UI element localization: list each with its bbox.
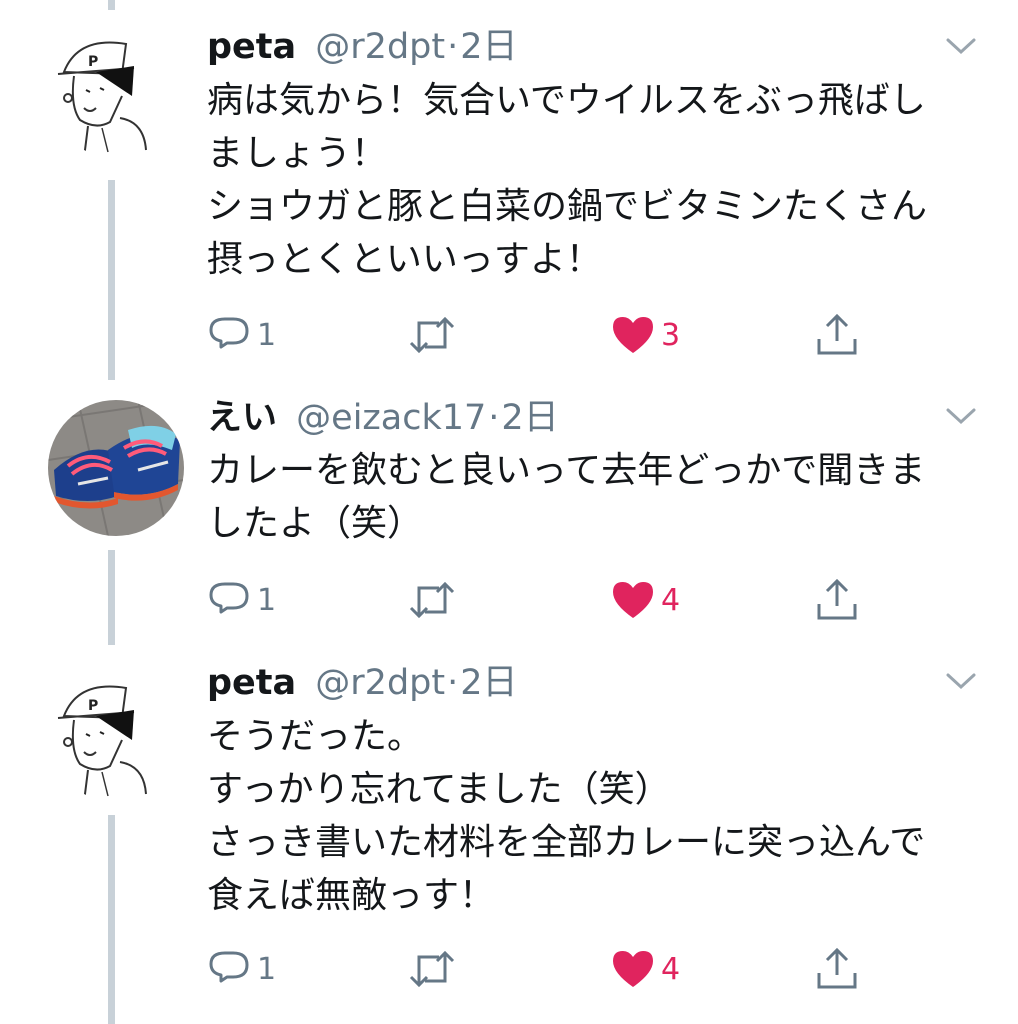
- reply-count: 1: [257, 951, 277, 987]
- reply-count: 1: [257, 317, 277, 353]
- tweet[interactable]: P peta @r2dpt·2日 病は気から！気合いでウイルスをぶっ飛ばし まし…: [0, 0, 1018, 380]
- share-icon: [817, 947, 857, 989]
- like-button[interactable]: 4: [611, 575, 680, 625]
- tweet-text: そうだった。 すっかり忘れてました（笑） さっき書いた材料を全部カレーに突っ込ん…: [207, 710, 925, 922]
- more-options-button[interactable]: [944, 671, 978, 691]
- retweet-icon: [409, 316, 455, 354]
- separator: ·: [447, 27, 459, 67]
- heart-icon: [613, 582, 653, 618]
- reply-button[interactable]: 1: [207, 575, 276, 625]
- tweet-header: peta @r2dpt·2日: [207, 26, 518, 68]
- display-name[interactable]: peta: [207, 663, 296, 703]
- tweet-text: カレーを飲むと良いって去年どっかで聞きま したよ（笑）: [207, 444, 925, 550]
- tweet-text-line: ましょう！: [207, 133, 388, 174]
- reply-icon: [209, 582, 249, 614]
- more-options-button[interactable]: [944, 406, 978, 426]
- share-button[interactable]: [815, 310, 859, 360]
- like-count: 4: [661, 951, 681, 987]
- avatar[interactable]: P: [48, 22, 184, 158]
- tweet-text-line: そうだった。: [207, 716, 424, 757]
- retweet-button[interactable]: [407, 575, 457, 625]
- tweet[interactable]: P peta @r2dpt·2日 そうだった。 すっかり忘れてました（笑） さっ…: [0, 646, 1018, 1024]
- share-button[interactable]: [815, 575, 859, 625]
- cartoon-boy-avatar-icon: P: [48, 22, 184, 158]
- share-icon: [817, 578, 857, 620]
- reply-count: 1: [257, 582, 277, 618]
- retweet-button[interactable]: [407, 310, 457, 360]
- like-button[interactable]: 4: [611, 944, 680, 994]
- separator: ·: [447, 663, 459, 703]
- user-handle[interactable]: @eizack17: [296, 398, 486, 438]
- separator: ·: [488, 398, 500, 438]
- chevron-down-icon: [946, 38, 976, 55]
- display-name[interactable]: peta: [207, 27, 296, 67]
- reply-icon: [209, 951, 249, 983]
- tweet[interactable]: えい @eizack17·2日 カレーを飲むと良いって去年どっかで聞きま したよ…: [0, 380, 1018, 646]
- user-handle[interactable]: @r2dpt: [315, 663, 445, 703]
- avatar[interactable]: P: [48, 666, 184, 802]
- retweet-button[interactable]: [407, 944, 457, 994]
- tweet-text-line: 病は気から！気合いでウイルスをぶっ飛ばし: [207, 80, 926, 121]
- user-handle[interactable]: @r2dpt: [315, 27, 445, 67]
- svg-text:P: P: [88, 698, 98, 714]
- timestamp[interactable]: 2日: [460, 663, 517, 703]
- cartoon-boy-avatar-icon: P: [48, 666, 184, 802]
- more-options-button[interactable]: [944, 36, 978, 56]
- chevron-down-icon: [946, 673, 976, 690]
- tweet-actions: 1 4: [207, 575, 967, 625]
- avatar[interactable]: [48, 400, 184, 536]
- tweet-text-line: したよ（笑）: [207, 503, 424, 544]
- heart-icon: [613, 317, 653, 353]
- reply-button[interactable]: 1: [207, 310, 276, 360]
- tweet-text: 病は気から！気合いでウイルスをぶっ飛ばし ましょう！ ショウガと豚と白菜の鍋でビ…: [207, 74, 927, 286]
- timestamp[interactable]: 2日: [501, 398, 558, 438]
- tweet-actions: 1 4: [207, 944, 967, 994]
- sneakers-photo-avatar-icon: [48, 400, 184, 536]
- timestamp[interactable]: 2日: [460, 27, 517, 67]
- retweet-icon: [409, 950, 455, 988]
- share-button[interactable]: [815, 944, 859, 994]
- share-icon: [817, 313, 857, 355]
- like-count: 4: [661, 582, 681, 618]
- tweet-actions: 1 3: [207, 310, 967, 360]
- tweet-text-line: カレーを飲むと良いって去年どっかで聞きま: [207, 450, 926, 491]
- tweet-header: えい @eizack17·2日: [207, 397, 559, 439]
- like-button[interactable]: 3: [611, 310, 680, 360]
- tweet-text-line: 食えば無敵っす！: [207, 875, 496, 916]
- tweet-header: peta @r2dpt·2日: [207, 662, 518, 704]
- display-name[interactable]: えい: [207, 398, 277, 438]
- like-count: 3: [661, 317, 681, 353]
- reply-button[interactable]: 1: [207, 944, 276, 994]
- tweet-text-line: さっき書いた材料を全部カレーに突っ込んで: [207, 822, 926, 863]
- svg-text:P: P: [88, 54, 98, 70]
- tweet-text-line: ショウガと豚と白菜の鍋でビタミンたくさん: [207, 186, 928, 227]
- reply-icon: [209, 317, 249, 349]
- tweet-text-line: 摂っとくといいっすよ！: [207, 239, 602, 280]
- retweet-icon: [409, 581, 455, 619]
- tweet-text-line: すっかり忘れてました（笑）: [207, 769, 671, 810]
- heart-icon: [613, 951, 653, 987]
- chevron-down-icon: [946, 408, 976, 425]
